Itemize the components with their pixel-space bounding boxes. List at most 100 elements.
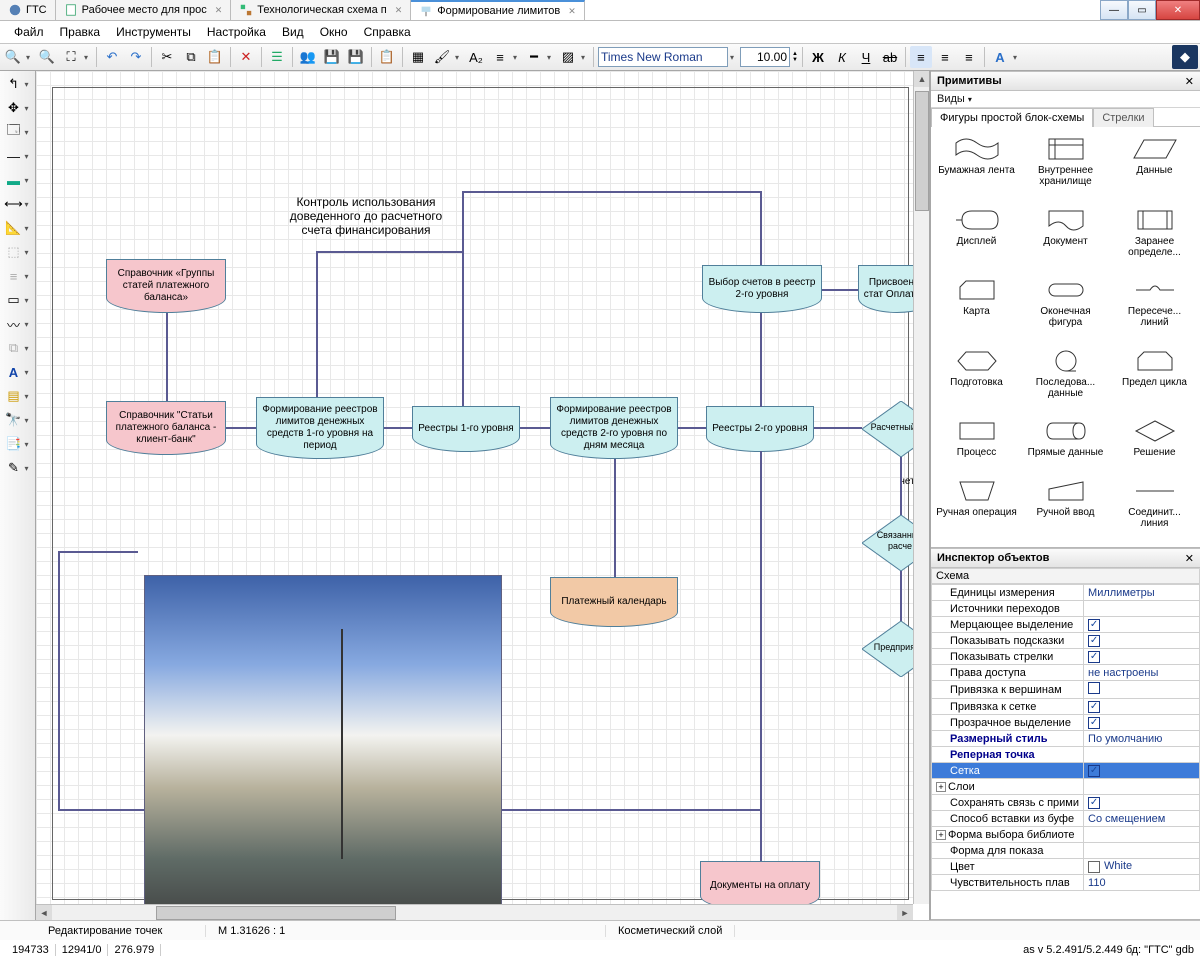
dropdown-icon[interactable]: ▾ xyxy=(455,53,463,62)
menu-help[interactable]: Справка xyxy=(356,23,419,41)
inspector-key[interactable]: Права доступа xyxy=(932,665,1084,681)
fit-icon[interactable]: ⛶ xyxy=(60,46,82,68)
shape-predefined[interactable]: Заранее определе... xyxy=(1111,204,1198,271)
inspector-value[interactable] xyxy=(1084,681,1200,699)
menu-settings[interactable]: Настройка xyxy=(199,23,274,41)
spinner-down[interactable]: ▼ xyxy=(792,57,798,63)
dropdown-icon[interactable]: ▾ xyxy=(25,272,33,281)
grid-icon[interactable]: ▦ xyxy=(407,46,429,68)
kinds-dropdown[interactable]: Виды ▾ xyxy=(931,91,1200,108)
inspector-value[interactable]: По умолчанию xyxy=(1084,731,1200,747)
dash-icon[interactable]: — xyxy=(3,145,25,167)
shape-manual-input[interactable]: Ручной ввод xyxy=(1022,475,1109,542)
measure-icon[interactable]: 📐 xyxy=(3,217,25,239)
tab-workspace[interactable]: Рабочее место для прос✕ xyxy=(56,0,232,20)
dropdown-icon[interactable]: ▾ xyxy=(25,296,33,305)
scroll-right-icon[interactable]: ► xyxy=(897,905,913,921)
shape-reg-2lvl[interactable]: Реестры 2-го уровня xyxy=(706,406,814,452)
inspector-value[interactable] xyxy=(1084,795,1200,811)
inspector-key[interactable]: Форма для показа xyxy=(932,843,1084,859)
shape-display[interactable]: Дисплей xyxy=(933,204,1020,271)
tab-techschema[interactable]: Технологическая схема п✕ xyxy=(231,0,411,20)
inspector-key[interactable]: Единицы измерения xyxy=(932,585,1084,601)
undo-icon[interactable]: ↶ xyxy=(101,46,123,68)
embedded-image[interactable] xyxy=(144,575,502,920)
dropdown-icon[interactable]: ▾ xyxy=(25,80,33,89)
list-icon[interactable]: ☰ xyxy=(266,46,288,68)
saveall-icon[interactable]: 💾 xyxy=(345,46,367,68)
dropdown-icon[interactable]: ▾ xyxy=(25,320,33,329)
menu-window[interactable]: Окно xyxy=(312,23,356,41)
inspector-key[interactable]: Сетка xyxy=(932,763,1084,779)
lineweight-icon[interactable]: ━ xyxy=(523,46,545,68)
tab-flowshapes[interactable]: Фигуры простой блок-схемы xyxy=(931,108,1093,127)
shape-ref-articles[interactable]: Справочник "Статьи платежного баланса - … xyxy=(106,401,226,455)
inspector-value[interactable] xyxy=(1084,601,1200,617)
inspector-key[interactable]: Способ вставки из буфе xyxy=(932,811,1084,827)
polyline-icon[interactable]: 〰 xyxy=(3,313,25,335)
dropdown-icon[interactable]: ▾ xyxy=(25,416,33,425)
inspector-root[interactable]: Схема xyxy=(931,568,1200,584)
linestyle-icon[interactable]: ≡ xyxy=(489,46,511,68)
inspector-key[interactable]: Показывать стрелки xyxy=(932,649,1084,665)
shape-tape[interactable]: Бумажная лента xyxy=(933,133,1020,200)
note-icon[interactable]: 📑 xyxy=(3,433,25,455)
dropdown-icon[interactable]: ▾ xyxy=(513,53,521,62)
diagram-canvas[interactable]: Контроль использования доведенного до ра… xyxy=(36,71,913,904)
inspector-key[interactable]: +Слои xyxy=(932,779,1084,795)
font-size-input[interactable] xyxy=(740,47,790,67)
subscript-icon[interactable]: A₂ xyxy=(465,46,487,68)
shape-loop-limit[interactable]: Предел цикла xyxy=(1111,345,1198,412)
window-maximize[interactable]: ▭ xyxy=(1128,0,1156,20)
close-icon[interactable]: ✕ xyxy=(1185,552,1194,565)
shape-select-accounts[interactable]: Выбор счетов в реестр 2-го уровня xyxy=(702,265,822,313)
inspector-key[interactable]: +Форма выбора библиоте xyxy=(932,827,1084,843)
inspector-value[interactable] xyxy=(1084,747,1200,763)
dropdown-icon[interactable]: ▾ xyxy=(547,53,555,62)
align-center-icon[interactable]: ≡ xyxy=(934,46,956,68)
scroll-left-icon[interactable]: ◄ xyxy=(36,905,52,921)
dropdown-icon[interactable]: ▾ xyxy=(25,200,33,209)
shape-form-1lvl[interactable]: Формирование реестров лимитов денежных с… xyxy=(256,397,384,459)
inspector-key[interactable]: Привязка к вершинам xyxy=(932,681,1084,699)
dropdown-icon[interactable]: ▾ xyxy=(581,53,589,62)
pointer-icon[interactable]: ↰ xyxy=(3,73,25,95)
shape-direct-data[interactable]: Прямые данные xyxy=(1022,415,1109,471)
menu-file[interactable]: Файл xyxy=(6,23,52,41)
zoom-out-icon[interactable]: 🔍 xyxy=(36,46,58,68)
tab-arrows[interactable]: Стрелки xyxy=(1093,108,1153,127)
dropdown-icon[interactable]: ▾ xyxy=(25,464,33,473)
tab-limits[interactable]: Формирование лимитов✕ xyxy=(411,0,584,20)
window-close[interactable]: ✕ xyxy=(1156,0,1200,20)
zoom-in-icon[interactable]: 🔍 xyxy=(2,46,24,68)
inspector-value[interactable] xyxy=(1084,779,1200,795)
users-icon[interactable]: 👥 xyxy=(297,46,319,68)
shape-decision[interactable]: Решение xyxy=(1111,415,1198,471)
close-icon[interactable]: ✕ xyxy=(395,5,403,16)
dropdown-icon[interactable]: ▾ xyxy=(25,128,33,137)
shape-connector-line[interactable]: Соединит... линия xyxy=(1111,475,1198,542)
dropdown-icon[interactable]: ▾ xyxy=(84,53,92,62)
shape-calendar[interactable]: Платежный календарь xyxy=(550,577,678,627)
redo-icon[interactable]: ↷ xyxy=(125,46,147,68)
dropdown-icon[interactable]: ▾ xyxy=(25,248,33,257)
inspector-key[interactable]: Мерцающее выделение xyxy=(932,617,1084,633)
dropdown-icon[interactable]: ▾ xyxy=(25,104,33,113)
shape-reg-1lvl[interactable]: Реестры 1-го уровня xyxy=(412,406,520,452)
shape-card[interactable]: Карта xyxy=(933,274,1020,341)
close-icon[interactable]: ✕ xyxy=(1185,75,1194,88)
menu-view[interactable]: Вид xyxy=(274,23,312,41)
dropdown-icon[interactable]: ▾ xyxy=(25,176,33,185)
inspector-value[interactable] xyxy=(1084,715,1200,731)
inspector-value[interactable] xyxy=(1084,633,1200,649)
inspector-key[interactable]: Реперная точка xyxy=(932,747,1084,763)
logo-icon[interactable]: ◆ xyxy=(1172,45,1198,69)
shape-internal-storage[interactable]: Внутреннее хранилище xyxy=(1022,133,1109,200)
copyshape-icon[interactable]: ⧉ xyxy=(3,337,25,359)
inspector-value[interactable] xyxy=(1084,827,1200,843)
dropdown-icon[interactable]: ▾ xyxy=(25,152,33,161)
inspector-value[interactable] xyxy=(1084,617,1200,633)
vertical-scrollbar[interactable]: ▲ xyxy=(913,71,929,904)
underline-icon[interactable]: Ч xyxy=(855,46,877,68)
inspector-key[interactable]: Сохранять связь с прими xyxy=(932,795,1084,811)
